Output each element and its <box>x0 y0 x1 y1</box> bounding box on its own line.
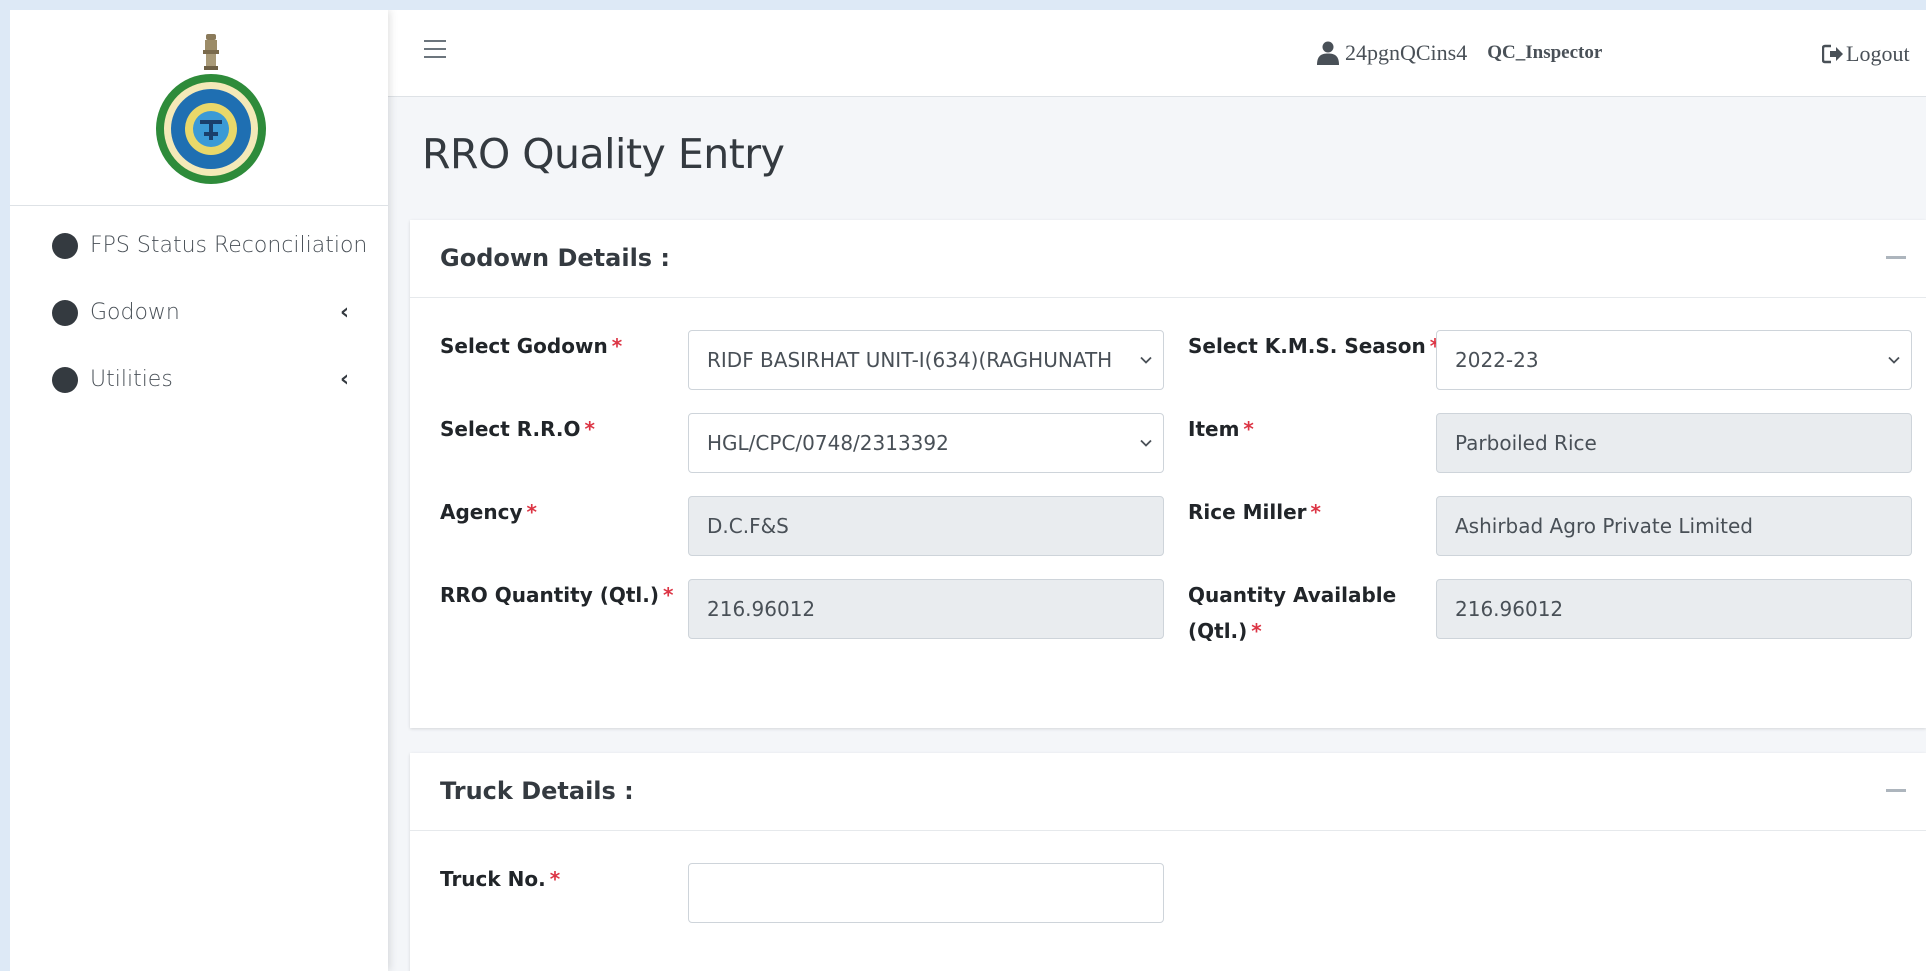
chevron-down-icon <box>1140 439 1152 447</box>
label-text: Select Godown <box>440 334 608 358</box>
required-marker: * <box>1310 500 1322 524</box>
item-label: Item * <box>1188 411 1254 447</box>
label-text-line2: (Qtl.) <box>1188 619 1248 643</box>
chevron-down-icon <box>1140 356 1152 364</box>
agency-value: D.C.F&S <box>707 514 789 538</box>
label-text: Select K.M.S. Season <box>1188 334 1426 358</box>
label-text: Truck No. <box>440 867 546 891</box>
label-text: RRO Quantity (Qtl.) <box>440 583 660 607</box>
select-rro-dropdown[interactable]: HGL/CPC/0748/2313392 <box>688 413 1164 473</box>
sidebar-item-fps-status-reconciliation[interactable]: FPS Status Reconciliation <box>10 212 388 279</box>
agency-label: Agency * <box>440 494 537 530</box>
godown-details-card: Godown Details : Select Godown * RIDF BAS… <box>410 220 1926 728</box>
agency-field: D.C.F&S <box>688 496 1164 556</box>
chevron-down-icon <box>1888 356 1900 364</box>
rice-miller-label: Rice Miller * <box>1188 494 1321 530</box>
main-content: RRO Quality Entry Godown Details : Selec… <box>388 98 1926 971</box>
sidebar-nav: FPS Status Reconciliation Godown ‹ Utili… <box>10 212 388 413</box>
required-marker: * <box>549 867 561 891</box>
west-bengal-seal-logo <box>156 74 266 184</box>
hamburger-line <box>424 48 446 50</box>
sidebar-item-label: Utilities <box>90 367 173 392</box>
required-marker: * <box>611 334 623 358</box>
truck-no-label: Truck No. * <box>440 861 560 897</box>
sign-out-icon <box>1822 44 1843 64</box>
quantity-available-label: Quantity Available (Qtl.) * <box>1188 577 1396 649</box>
item-value: Parboiled Rice <box>1455 431 1597 455</box>
card-title: Truck Details : <box>440 777 634 805</box>
logout-label: Logout <box>1846 41 1910 66</box>
kms-season-label: Select K.M.S. Season * <box>1188 328 1440 364</box>
label-text: Agency <box>440 500 523 524</box>
item-field: Parboiled Rice <box>1436 413 1912 473</box>
truck-details-card: Truck Details : Truck No. * <box>410 753 1926 971</box>
circle-icon <box>52 366 78 393</box>
collapse-button[interactable] <box>1886 256 1906 259</box>
select-rro-value: HGL/CPC/0748/2313392 <box>707 431 949 455</box>
required-marker: * <box>584 417 595 441</box>
sidebar: FPS Status Reconciliation Godown ‹ Utili… <box>10 10 388 971</box>
required-marker: * <box>1251 619 1262 643</box>
circle-icon <box>52 232 78 259</box>
card-title: Godown Details : <box>440 244 671 272</box>
label-text-line1: Quantity Available <box>1188 583 1397 607</box>
chevron-left-icon: ‹ <box>340 367 350 392</box>
required-marker: * <box>526 500 537 524</box>
select-godown-value: RIDF BASIRHAT UNIT-I(634)(RAGHUNATH <box>707 348 1113 372</box>
circle-icon <box>52 299 78 326</box>
truck-no-input[interactable] <box>688 863 1164 923</box>
sidebar-item-godown[interactable]: Godown ‹ <box>10 279 388 346</box>
sidebar-item-label: Godown <box>90 300 180 325</box>
user-role: QC_Inspector <box>1487 42 1603 63</box>
top-navbar: 24pgnQCins4 QC_Inspector Logout <box>388 10 1926 97</box>
sidebar-item-utilities[interactable]: Utilities ‹ <box>10 346 388 413</box>
chevron-left-icon: ‹ <box>340 300 350 325</box>
card-header: Truck Details : <box>410 753 1926 831</box>
logout-button[interactable]: Logout <box>1822 41 1910 67</box>
select-godown-label: Select Godown * <box>440 328 622 364</box>
required-marker: * <box>663 583 674 607</box>
national-emblem-icon <box>203 34 219 70</box>
collapse-button[interactable] <box>1886 789 1906 792</box>
label-text: Item <box>1188 417 1240 441</box>
rro-quantity-label: RRO Quantity (Qtl.) * <box>440 577 673 613</box>
menu-toggle-button[interactable] <box>424 40 446 60</box>
label-text: Select R.R.O <box>440 417 581 441</box>
kms-season-value: 2022-23 <box>1455 348 1539 372</box>
rro-quantity-value: 216.96012 <box>707 597 816 621</box>
app-window: FPS Status Reconciliation Godown ‹ Utili… <box>10 10 1926 971</box>
card-header: Godown Details : <box>410 220 1926 298</box>
label-text: Rice Miller <box>1188 500 1307 524</box>
select-godown-dropdown[interactable]: RIDF BASIRHAT UNIT-I(634)(RAGHUNATH <box>688 330 1164 390</box>
rice-miller-value: Ashirbad Agro Private Limited <box>1455 514 1753 538</box>
kms-season-dropdown[interactable]: 2022-23 <box>1436 330 1912 390</box>
username: 24pgnQCins4 <box>1345 40 1468 65</box>
user-info: 24pgnQCins4 QC_Inspector <box>1317 40 1602 66</box>
quantity-available-field: 216.96012 <box>1436 579 1912 639</box>
select-rro-label: Select R.R.O * <box>440 411 595 447</box>
sidebar-item-label: FPS Status Reconciliation <box>90 233 368 258</box>
quantity-available-value: 216.96012 <box>1455 597 1564 621</box>
rro-quantity-field: 216.96012 <box>688 579 1164 639</box>
rice-miller-field: Ashirbad Agro Private Limited <box>1436 496 1912 556</box>
hamburger-line <box>424 40 446 42</box>
logo-area <box>10 10 388 206</box>
hamburger-line <box>424 56 446 58</box>
user-icon <box>1317 41 1339 65</box>
page-title: RRO Quality Entry <box>422 130 785 178</box>
required-marker: * <box>1243 417 1254 441</box>
